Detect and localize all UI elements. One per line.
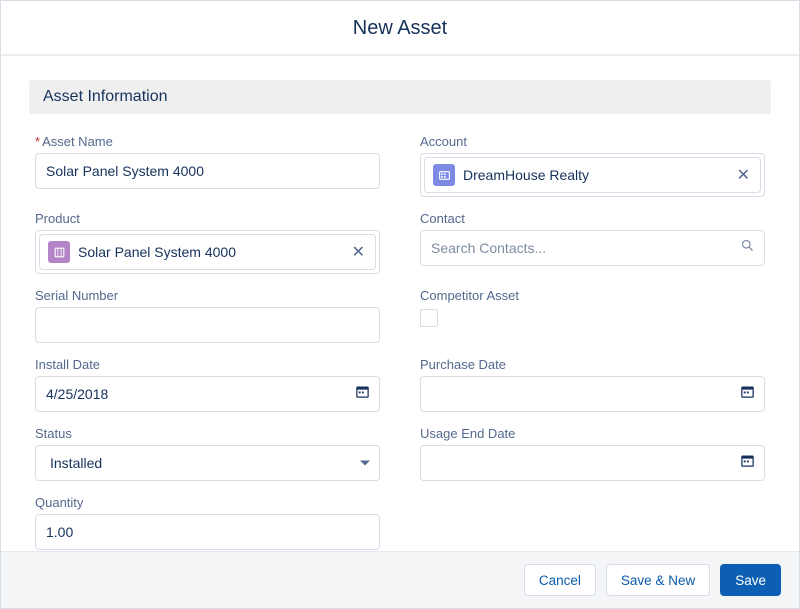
quantity-label: Quantity	[35, 495, 380, 510]
competitor-asset-field: Competitor Asset	[420, 288, 765, 343]
product-clear-button[interactable]: ✕	[350, 242, 367, 262]
product-field: Product Solar Panel System 4000 ✕	[35, 211, 380, 274]
save-and-new-button[interactable]: Save & New	[606, 564, 710, 596]
serial-number-field: Serial Number	[35, 288, 380, 343]
quantity-field: Quantity	[35, 495, 380, 550]
status-label: Status	[35, 426, 380, 441]
modal-title: New Asset	[1, 17, 799, 40]
account-clear-button[interactable]: ✕	[735, 165, 752, 185]
product-pill-text: Solar Panel System 4000	[78, 244, 342, 260]
status-field: Status Installed	[35, 426, 380, 481]
install-date-field: Install Date	[35, 357, 380, 412]
serial-number-input[interactable]	[35, 307, 380, 343]
usage-end-date-field: Usage End Date	[420, 426, 765, 481]
new-asset-modal: New Asset Asset Information Asset Name A…	[0, 0, 800, 609]
quantity-input[interactable]	[35, 514, 380, 550]
contact-field: Contact	[420, 211, 765, 274]
status-value: Installed	[50, 455, 102, 471]
asset-name-input[interactable]	[35, 153, 380, 189]
competitor-asset-checkbox[interactable]	[420, 309, 438, 327]
product-icon	[48, 241, 70, 263]
product-label: Product	[35, 211, 380, 226]
modal-body: Asset Information Asset Name Account Dre…	[1, 56, 799, 551]
account-field: Account DreamHouse Realty ✕	[420, 134, 765, 197]
usage-end-date-input[interactable]	[420, 445, 765, 481]
product-lookup[interactable]: Solar Panel System 4000 ✕	[35, 230, 380, 274]
section-heading: Asset Information	[29, 80, 771, 114]
usage-end-date-label: Usage End Date	[420, 426, 765, 441]
modal-footer: Cancel Save & New Save	[1, 551, 799, 608]
asset-name-field: Asset Name	[35, 134, 380, 197]
competitor-asset-label: Competitor Asset	[420, 288, 765, 303]
account-label: Account	[420, 134, 765, 149]
account-lookup[interactable]: DreamHouse Realty ✕	[420, 153, 765, 197]
purchase-date-label: Purchase Date	[420, 357, 765, 372]
asset-name-label: Asset Name	[35, 134, 380, 149]
modal-header: New Asset	[1, 1, 799, 56]
cancel-button[interactable]: Cancel	[524, 564, 596, 596]
install-date-input[interactable]	[35, 376, 380, 412]
form-grid: Asset Name Account DreamHouse Realty ✕	[29, 134, 771, 550]
install-date-label: Install Date	[35, 357, 380, 372]
serial-number-label: Serial Number	[35, 288, 380, 303]
purchase-date-input[interactable]	[420, 376, 765, 412]
account-icon	[433, 164, 455, 186]
contact-search-input[interactable]	[420, 230, 765, 266]
save-button[interactable]: Save	[720, 564, 781, 596]
purchase-date-field: Purchase Date	[420, 357, 765, 412]
status-select[interactable]: Installed	[35, 445, 380, 481]
account-pill-text: DreamHouse Realty	[463, 167, 727, 183]
contact-label: Contact	[420, 211, 765, 226]
